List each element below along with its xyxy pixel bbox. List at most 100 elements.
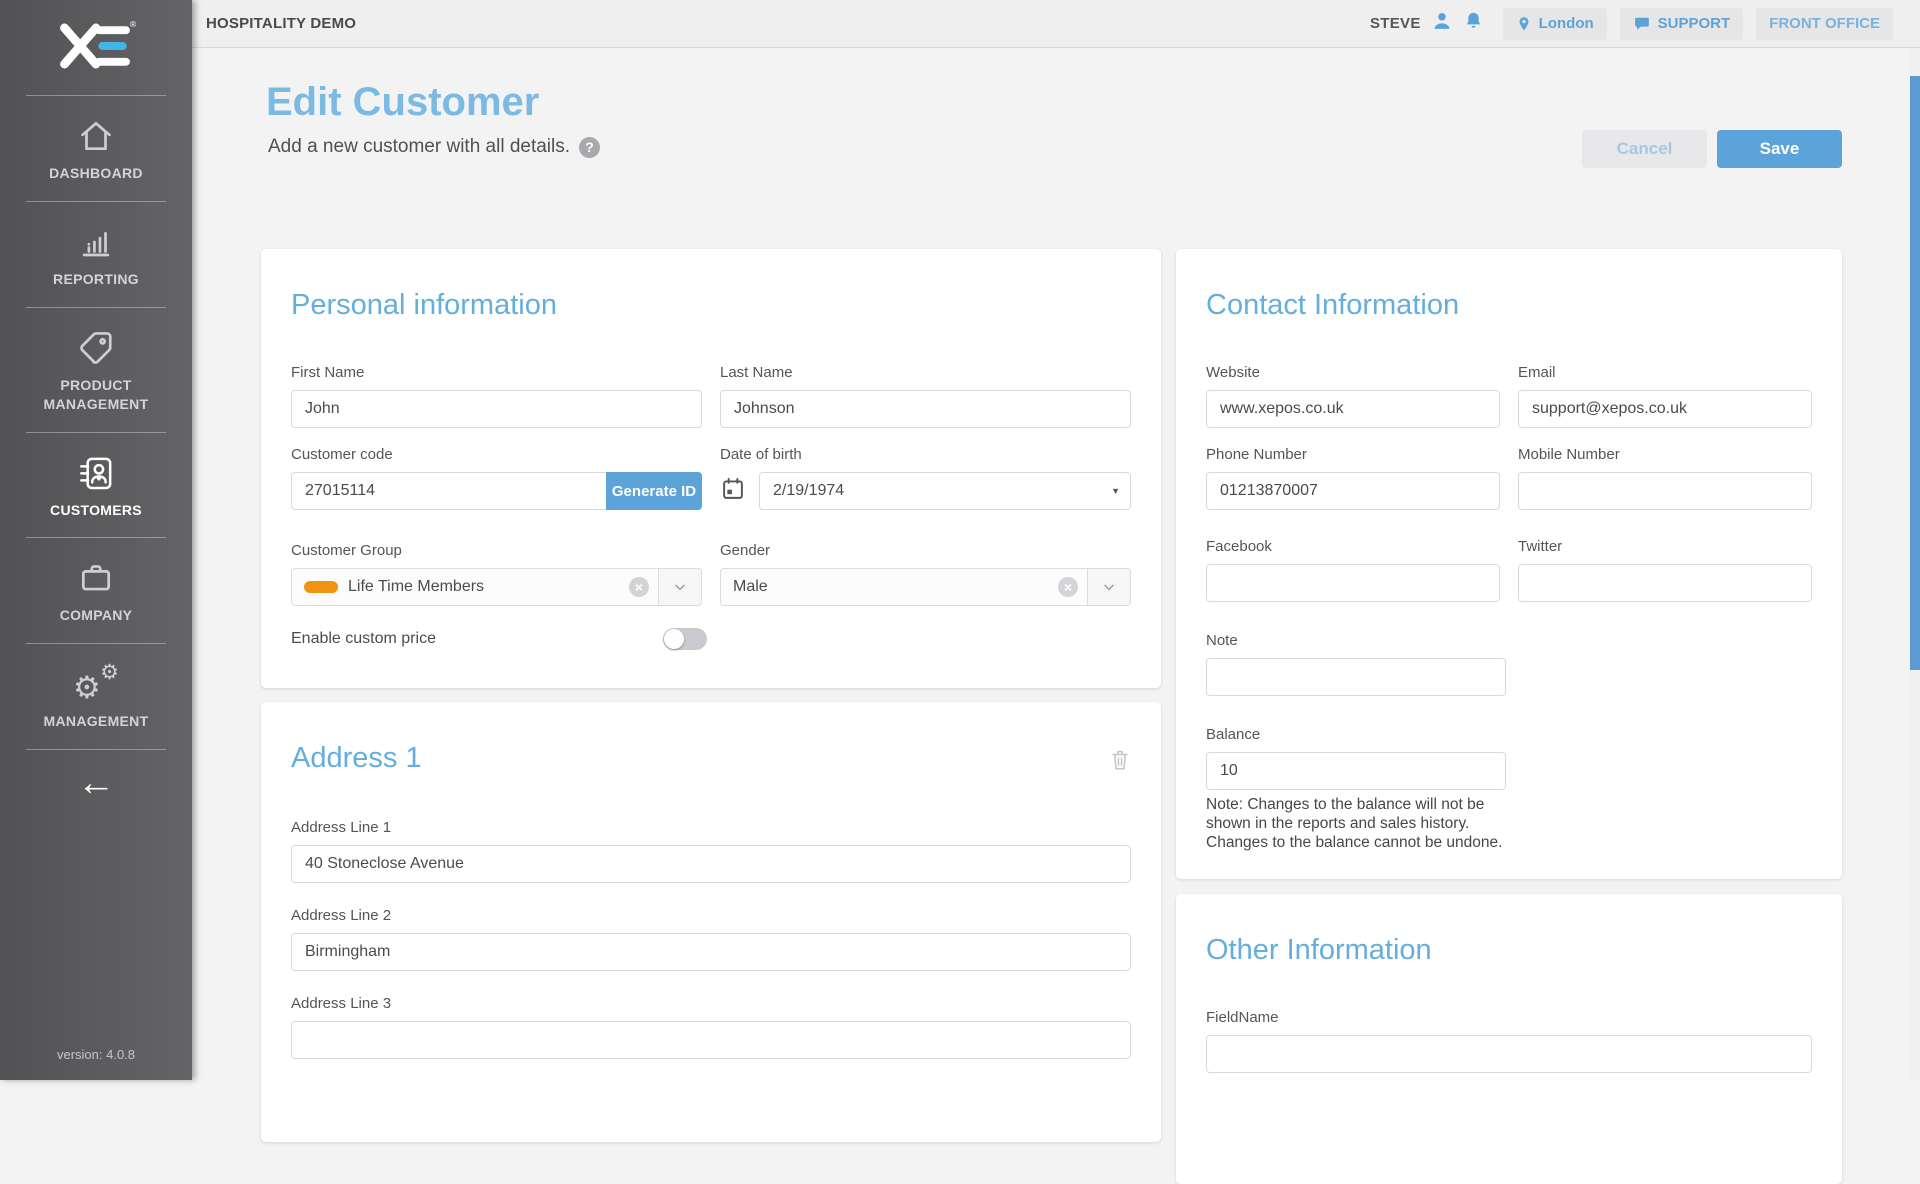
mobile-number-label: Mobile Number: [1518, 446, 1812, 463]
location-label: London: [1539, 15, 1594, 32]
twitter-label: Twitter: [1518, 538, 1812, 555]
sidebar-item-reporting[interactable]: REPORTING: [0, 202, 192, 307]
gender-label: Gender: [720, 542, 1131, 559]
date-of-birth-input[interactable]: [759, 472, 1131, 510]
front-office-button[interactable]: FRONT OFFICE: [1756, 8, 1893, 40]
fieldname-label: FieldName: [1206, 1009, 1812, 1026]
address-line-1-input[interactable]: [291, 845, 1131, 883]
toggle-knob: [664, 629, 684, 649]
cancel-button[interactable]: Cancel: [1582, 130, 1707, 168]
personal-information-card: Personal information First Name Last Nam…: [261, 249, 1161, 688]
contact-information-card: Contact Information Website Email Phone …: [1176, 249, 1842, 879]
topbar: HOSPITALITY DEMO STEVE London: [192, 0, 1920, 48]
website-input[interactable]: [1206, 390, 1500, 428]
phone-number-input[interactable]: [1206, 472, 1500, 510]
balance-note-text: Note: Changes to the balance will not be…: [1206, 795, 1528, 852]
gears-icon: ⚙ ⚙: [73, 664, 119, 704]
address-line-3-input[interactable]: [291, 1021, 1131, 1059]
front-office-label: FRONT OFFICE: [1769, 15, 1880, 32]
note-label: Note: [1206, 632, 1812, 649]
gender-value: Male: [733, 578, 1058, 596]
help-icon[interactable]: ?: [579, 137, 600, 158]
address-line-2-label: Address Line 2: [291, 907, 1131, 924]
sidebar-item-label: CUSTOMERS: [50, 501, 142, 520]
sidebar: ® DASHBOARD REPORTING PRODUCT MANAGEMENT: [0, 0, 192, 1080]
xe-logo: ®: [55, 0, 137, 95]
sidebar-item-label: COMPANY: [60, 606, 133, 625]
briefcase-icon: [77, 558, 115, 598]
address-1-card: Address 1 Address Line 1 Address Line 2 …: [261, 702, 1161, 1142]
page-title: Edit Customer: [266, 80, 539, 125]
sidebar-item-label: DASHBOARD: [49, 164, 143, 183]
contact-card-icon: [76, 453, 116, 493]
delete-address-trash-icon[interactable]: [1109, 748, 1131, 777]
location-pin-icon: [1516, 15, 1532, 33]
save-button[interactable]: Save: [1717, 130, 1842, 168]
website-label: Website: [1206, 364, 1500, 381]
customer-group-value: Life Time Members: [348, 578, 629, 596]
address-line-1-label: Address Line 1: [291, 819, 1131, 836]
home-icon: [77, 116, 115, 156]
facebook-label: Facebook: [1206, 538, 1500, 555]
email-label: Email: [1518, 364, 1812, 381]
sidebar-item-label: REPORTING: [53, 270, 139, 289]
support-label: SUPPORT: [1658, 15, 1731, 32]
mobile-number-input[interactable]: [1518, 472, 1812, 510]
scrollbar-thumb[interactable]: [1910, 76, 1920, 670]
fieldname-input[interactable]: [1206, 1035, 1812, 1073]
scrollbar-track[interactable]: [1910, 48, 1920, 1080]
enable-custom-price-toggle[interactable]: [663, 628, 707, 650]
contact-information-heading: Contact Information: [1206, 289, 1812, 322]
version-text: version: 4.0.8: [57, 1047, 135, 1080]
enable-custom-price-label: Enable custom price: [291, 630, 663, 648]
other-information-heading: Other Information: [1206, 934, 1812, 967]
last-name-input[interactable]: [720, 390, 1131, 428]
note-input[interactable]: [1206, 658, 1506, 696]
sidebar-item-company[interactable]: COMPANY: [0, 538, 192, 643]
clear-icon[interactable]: ×: [1058, 577, 1078, 597]
sidebar-item-customers[interactable]: CUSTOMERS: [0, 433, 192, 538]
sidebar-item-product-management[interactable]: PRODUCT MANAGEMENT: [0, 308, 192, 432]
generate-id-button[interactable]: Generate ID: [606, 472, 702, 510]
app-title: HOSPITALITY DEMO: [206, 15, 356, 32]
clear-icon[interactable]: ×: [629, 577, 649, 597]
sidebar-item-dashboard[interactable]: DASHBOARD: [0, 96, 192, 201]
tag-icon: [77, 328, 115, 368]
chevron-down-icon[interactable]: [1087, 569, 1130, 605]
divider: [26, 749, 166, 750]
main-content: Edit Customer Add a new customer with al…: [192, 48, 1920, 1080]
address-line-3-label: Address Line 3: [291, 995, 1131, 1012]
last-name-label: Last Name: [720, 364, 1131, 381]
chevron-down-icon[interactable]: [658, 569, 701, 605]
chat-bubble-icon: [1633, 15, 1651, 32]
customer-group-select[interactable]: Life Time Members ×: [291, 568, 702, 606]
location-button[interactable]: London: [1503, 8, 1607, 40]
gender-select[interactable]: Male ×: [720, 568, 1131, 606]
twitter-input[interactable]: [1518, 564, 1812, 602]
sidebar-item-management[interactable]: ⚙ ⚙ MANAGEMENT: [0, 644, 192, 749]
page-subtitle: Add a new customer with all details.: [268, 136, 570, 158]
support-button[interactable]: SUPPORT: [1620, 8, 1744, 40]
balance-input[interactable]: [1206, 752, 1506, 790]
calendar-icon[interactable]: [720, 476, 746, 507]
date-of-birth-label: Date of birth: [720, 446, 1131, 463]
address-1-heading: Address 1: [291, 742, 422, 775]
customer-code-label: Customer code: [291, 446, 702, 463]
sidebar-item-label: MANAGEMENT: [44, 712, 149, 731]
user-name: STEVE: [1370, 15, 1421, 32]
facebook-input[interactable]: [1206, 564, 1500, 602]
arrow-left-icon: ←: [77, 762, 115, 804]
email-input[interactable]: [1518, 390, 1812, 428]
user-icon[interactable]: [1431, 10, 1453, 37]
address-line-2-input[interactable]: [291, 933, 1131, 971]
collapse-sidebar-button[interactable]: ←: [77, 764, 115, 802]
customer-code-input[interactable]: [291, 472, 606, 510]
first-name-input[interactable]: [291, 390, 702, 428]
notifications-bell-icon[interactable]: [1463, 10, 1484, 37]
first-name-label: First Name: [291, 364, 702, 381]
balance-label: Balance: [1206, 726, 1812, 743]
sidebar-item-label: PRODUCT MANAGEMENT: [21, 376, 171, 414]
phone-number-label: Phone Number: [1206, 446, 1500, 463]
registered-mark: ®: [130, 19, 137, 29]
group-color-swatch: [304, 581, 338, 593]
